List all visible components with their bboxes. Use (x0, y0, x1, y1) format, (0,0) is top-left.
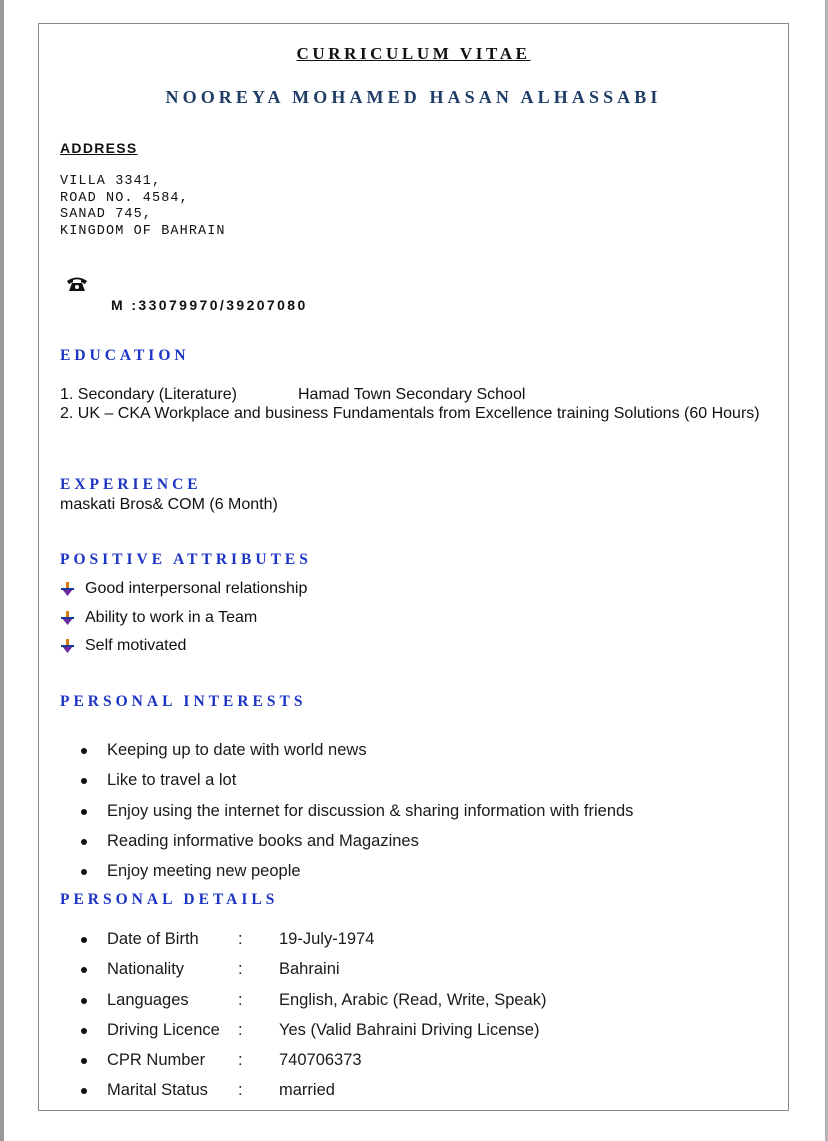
attribute-item: Good interpersonal relationship (60, 580, 307, 598)
bullet-dot-icon (81, 1057, 87, 1064)
detail-separator: : (238, 1081, 243, 1099)
attribute-item: Self motivated (60, 637, 186, 655)
interest-item: Reading informative books and Magazines (81, 832, 419, 851)
interests-heading: PERSONAL INTERESTS (60, 693, 307, 710)
education-item: 2. UK – CKA Workplace and business Funda… (60, 405, 760, 422)
detail-value: 19-July-1974 (279, 930, 375, 948)
viewer-left-edge (0, 0, 4, 1141)
interest-item: Enjoy meeting new people (81, 862, 301, 881)
address-heading: ADDRESS (60, 140, 138, 156)
experience-entry: maskati Bros& COM (6 Month) (60, 496, 278, 513)
bullet-dot-icon (81, 1027, 87, 1034)
detail-label: Driving Licence (107, 1021, 220, 1039)
bullet-dot-icon (81, 838, 87, 845)
education-heading: EDUCATION (60, 347, 190, 364)
arrow-bullet-icon (61, 611, 74, 625)
detail-row: Marital Status: married (81, 1081, 335, 1100)
address-line: VILLA 3341, (60, 174, 162, 189)
address-line: ROAD NO. 4584, (60, 191, 189, 206)
address-line: KINGDOM OF BAHRAIN (60, 224, 226, 239)
detail-label: Languages (107, 991, 189, 1009)
education-item: 1. Secondary (Literature) (60, 386, 237, 403)
interest-label: Enjoy meeting new people (107, 862, 301, 880)
detail-value: Bahraini (279, 960, 340, 978)
education-school: Hamad Town Secondary School (298, 386, 526, 403)
interest-item: Keeping up to date with world news (81, 741, 367, 760)
details-heading: PERSONAL DETAILS (60, 891, 279, 908)
detail-row: CPR Number: 740706373 (81, 1051, 362, 1070)
arrow-bullet-icon (61, 639, 74, 653)
mobile-number: M :33079970/39207080 (111, 297, 308, 313)
detail-separator: : (238, 930, 243, 948)
detail-separator: : (238, 960, 243, 978)
document-title: CURRICULUM VITAE (296, 44, 531, 63)
detail-separator: : (238, 1051, 243, 1069)
candidate-name: NOOREYA MOHAMED HASAN ALHASSABI (165, 87, 662, 107)
interest-label: Like to travel a lot (107, 771, 237, 789)
detail-row: Nationality: Bahraini (81, 960, 340, 979)
detail-value: married (279, 1081, 335, 1099)
detail-row: Date of Birth: 19-July-1974 (81, 930, 374, 949)
attribute-item: Ability to work in a Team (60, 609, 257, 627)
attribute-label: Ability to work in a Team (85, 609, 258, 626)
detail-label: Marital Status (107, 1081, 208, 1099)
detail-label: CPR Number (107, 1051, 206, 1069)
detail-separator: : (238, 991, 243, 1009)
document-page: CURRICULUM VITAE NOOREYA MOHAMED HASAN A… (38, 23, 789, 1111)
bullet-dot-icon (81, 777, 87, 784)
bullet-dot-icon (81, 936, 87, 943)
detail-row: Driving Licence: Yes (Valid Bahraini Driv… (81, 1021, 539, 1040)
address-line: SANAD 745, (60, 207, 153, 222)
bullet-dot-icon (81, 747, 87, 754)
experience-heading: EXPERIENCE (60, 476, 202, 493)
detail-row: Languages: English, Arabic (Read, Write, … (81, 991, 546, 1010)
interest-label: Keeping up to date with world news (107, 741, 367, 759)
interest-label: Enjoy using the internet for discussion … (107, 802, 634, 820)
bullet-dot-icon (81, 808, 87, 815)
attribute-label: Good interpersonal relationship (85, 580, 308, 597)
bullet-dot-icon (81, 997, 87, 1004)
detail-label: Date of Birth (107, 930, 199, 948)
detail-value: English, Arabic (Read, Write, Speak) (279, 991, 547, 1009)
detail-separator: : (238, 1021, 243, 1039)
interest-item: Like to travel a lot (81, 771, 236, 790)
telephone-icon (67, 277, 87, 291)
detail-value: 740706373 (279, 1051, 362, 1069)
bullet-dot-icon (81, 1087, 87, 1094)
interest-item: Enjoy using the internet for discussion … (81, 802, 633, 821)
detail-label: Nationality (107, 960, 185, 978)
bullet-dot-icon (81, 868, 87, 875)
interest-label: Reading informative books and Magazines (107, 832, 419, 850)
attributes-heading: POSITIVE ATTRIBUTES (60, 551, 312, 568)
arrow-bullet-icon (61, 582, 74, 596)
detail-value: Yes (Valid Bahraini Driving License) (279, 1021, 540, 1039)
bullet-dot-icon (81, 966, 87, 973)
attribute-label: Self motivated (85, 637, 187, 654)
